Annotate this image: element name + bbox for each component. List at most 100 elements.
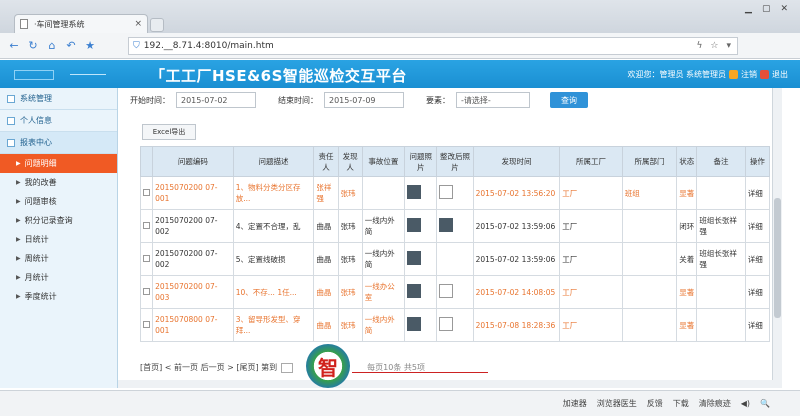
watermark-line — [352, 372, 488, 373]
cell-loc: 一线内外简 — [361, 209, 406, 243]
detail-link[interactable]: 详细 — [744, 242, 771, 276]
element-select[interactable]: -请选择- — [456, 92, 530, 108]
photo-thumbnail[interactable] — [439, 217, 454, 232]
query-button[interactable]: 查询 — [550, 92, 588, 108]
row-checkbox[interactable] — [139, 176, 154, 210]
row-checkbox[interactable] — [139, 209, 154, 243]
cell-photo[interactable] — [404, 308, 438, 342]
back-icon[interactable]: ← — [6, 38, 22, 54]
cell-after-photo[interactable] — [436, 242, 474, 276]
minimize-icon[interactable]: ▁ — [745, 4, 752, 14]
photo-placeholder[interactable] — [439, 283, 454, 298]
exit-link[interactable]: 退出 — [772, 69, 788, 80]
start-date-input[interactable]: 2015-07-02 — [176, 92, 256, 108]
cell-after-photo[interactable] — [436, 209, 474, 243]
download-button[interactable]: 下载 — [673, 398, 689, 409]
table-row: 2015070200 07-001 1、物料分类分区存放... 张祥强 张玮 2… — [139, 176, 771, 210]
browser-doctor-button[interactable]: 浏览器医生 — [597, 398, 637, 409]
photo-thumbnail[interactable] — [407, 283, 422, 298]
cell-note: 班组长张祥强 — [696, 242, 746, 276]
url-input[interactable]: ⛉ 192.__8.71.4:8010/main.htm ϟ ☆ ▾ — [128, 37, 738, 55]
maximize-icon[interactable]: ▢ — [762, 4, 771, 14]
end-date-input[interactable]: 2015-07-09 — [324, 92, 404, 108]
sidebar-item-problem-detail[interactable]: ▶ 问题明细 — [0, 154, 117, 173]
undo-icon[interactable]: ↶ — [63, 38, 79, 54]
page-number-input[interactable] — [281, 362, 294, 373]
star-icon[interactable]: ★ — [82, 38, 98, 54]
row-checkbox[interactable] — [139, 275, 154, 309]
accelerator-button[interactable]: 加速器 — [563, 398, 587, 409]
close-window-icon[interactable]: ✕ — [780, 4, 788, 14]
cell-loc: 一线办公室 — [361, 275, 406, 309]
sidebar-section-label: 系统管理 — [20, 94, 52, 103]
col-after-photo: 整改后照片 — [436, 146, 474, 177]
col-check — [139, 146, 154, 177]
arrow-right-icon: ▶ — [16, 179, 21, 186]
sidebar-item-label: 月统计 — [24, 273, 49, 282]
cell-note: 班组长张祥强 — [696, 209, 746, 243]
cell-photo[interactable] — [404, 275, 438, 309]
photo-thumbnail[interactable] — [407, 250, 422, 265]
sidebar-section-profile[interactable]: 个人信息 — [0, 110, 117, 132]
sidebar-item-points-record[interactable]: ▶ 积分记录查询 — [0, 211, 117, 230]
zoom-icon[interactable]: 🔍 — [760, 399, 770, 408]
sidebar-item-daily-stats[interactable]: ▶ 日统计 — [0, 230, 117, 249]
cell-resp: 张祥强 — [313, 176, 339, 210]
cell-after-photo[interactable] — [436, 308, 474, 342]
photo-placeholder[interactable] — [439, 184, 454, 199]
feedback-button[interactable]: 反馈 — [647, 398, 663, 409]
row-checkbox[interactable] — [139, 308, 154, 342]
detail-link[interactable]: 详细 — [744, 209, 771, 243]
sidebar-item-label: 周统计 — [24, 254, 49, 263]
browser-tab[interactable]: ·车间管理系统 × — [14, 14, 148, 33]
cell-time: 2015-07-08 18:28:36 — [472, 308, 561, 342]
cell-code: 2015070800 07-001 — [152, 308, 234, 342]
cell-photo[interactable] — [404, 242, 438, 276]
col-dept: 所属部门 — [621, 146, 678, 177]
cell-status: 显著 — [676, 275, 698, 309]
watermark-glyph: 智 — [318, 355, 338, 380]
cell-photo[interactable] — [404, 176, 438, 210]
bookmark-icon[interactable]: ☆ — [710, 41, 718, 51]
col-resp: 责任人 — [313, 146, 339, 177]
photo-thumbnail[interactable] — [407, 217, 422, 232]
detail-link[interactable]: 详细 — [744, 275, 771, 309]
sidebar-item-label: 我的改善 — [24, 178, 57, 187]
home-icon[interactable]: ⌂ — [44, 38, 60, 54]
clear-traces-button[interactable]: 清除痕迹 — [699, 398, 731, 409]
row-checkbox[interactable] — [139, 242, 154, 276]
cell-after-photo[interactable] — [436, 275, 474, 309]
excel-export-button[interactable]: Excel导出 — [142, 124, 196, 140]
detail-link[interactable]: 详细 — [744, 176, 771, 210]
new-tab-button[interactable] — [150, 18, 164, 32]
logout-link[interactable]: 注销 — [741, 69, 757, 80]
dropdown-icon[interactable]: ▾ — [726, 41, 731, 51]
cell-after-photo[interactable] — [436, 176, 474, 210]
cell-photo[interactable] — [404, 209, 438, 243]
photo-placeholder[interactable] — [439, 316, 454, 331]
cell-dept — [621, 275, 678, 309]
vertical-scrollbar[interactable] — [772, 88, 782, 388]
end-date-label: 结束时间： — [278, 95, 318, 105]
sidebar-item-weekly-stats[interactable]: ▶ 周统计 — [0, 249, 117, 268]
photo-thumbnail[interactable] — [407, 316, 422, 331]
sidebar-item-monthly-stats[interactable]: ▶ 月统计 — [0, 268, 117, 287]
sidebar-item-quarterly-stats[interactable]: ▶ 季度统计 — [0, 287, 117, 306]
problem-table: 问题编码 问题描述 责任人 发现人 事故位置 问题照片 整改后照片 发现时间 所… — [139, 146, 771, 342]
close-icon[interactable]: × — [134, 19, 142, 29]
speaker-icon[interactable]: ◀) — [741, 399, 750, 408]
flash-icon[interactable]: ϟ — [696, 41, 702, 51]
pagination-links[interactable]: [首页] < 前一页 后一页 > [尾页] 第到 — [140, 362, 277, 373]
sidebar-section-reports[interactable]: 报表中心 — [0, 132, 117, 154]
horizontal-scrollbar[interactable] — [118, 380, 773, 388]
detail-link[interactable]: 详细 — [744, 308, 771, 342]
photo-thumbnail[interactable] — [407, 184, 422, 199]
reload-icon[interactable]: ↻ — [25, 38, 41, 54]
sidebar-item-my-improvement[interactable]: ▶ 我的改善 — [0, 173, 117, 192]
cell-resp: 曲晶 — [313, 209, 339, 243]
sidebar-item-problem-review[interactable]: ▶ 问题审核 — [0, 192, 117, 211]
cell-desc: 3、留导形发型、穿拜... — [232, 308, 315, 342]
app-header: 「工工厂HSE&6S智能巡检交互平台 欢迎您：管理员 系统管理员 注销 退出 — [0, 60, 800, 88]
folder-icon — [7, 117, 15, 125]
sidebar-section-system[interactable]: 系统管理 — [0, 88, 117, 110]
